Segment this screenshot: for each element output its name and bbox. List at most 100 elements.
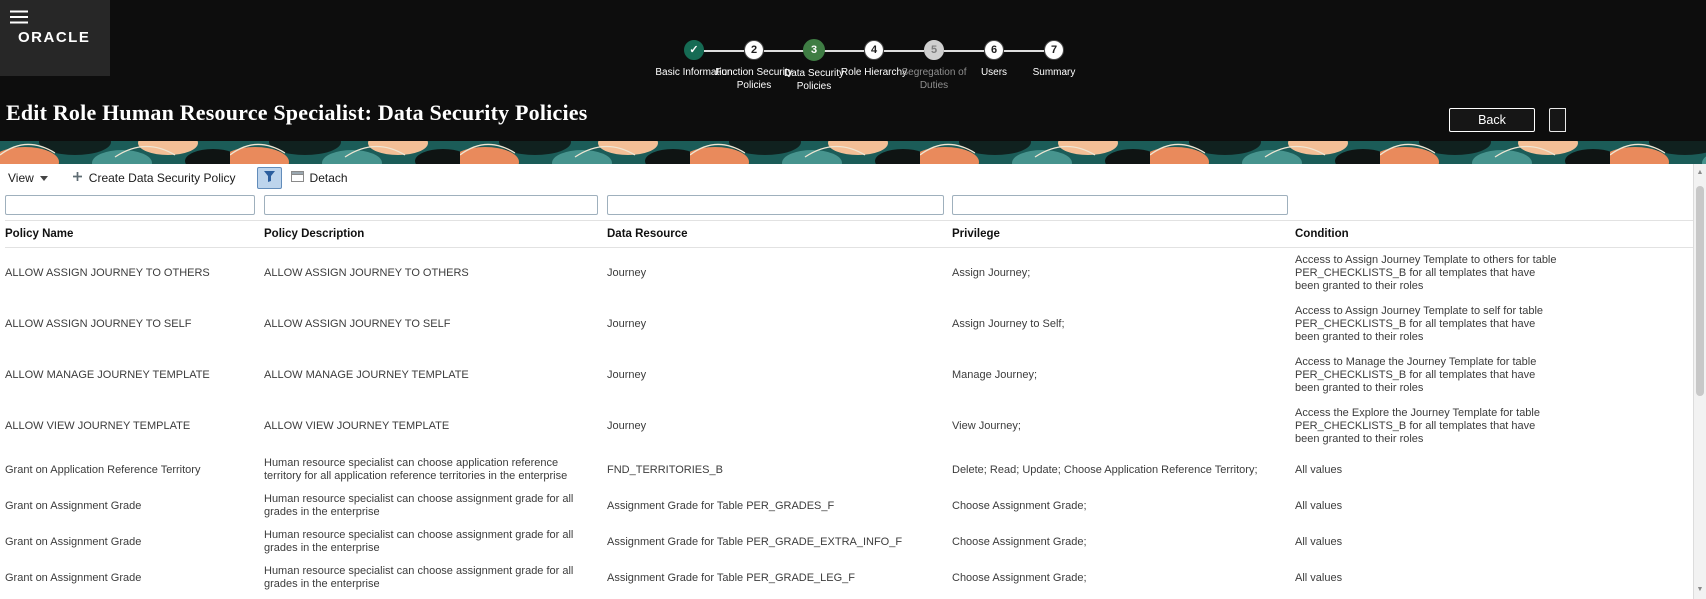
scroll-down-arrow[interactable]: ▼	[1694, 583, 1706, 597]
vertical-scrollbar[interactable]: ▲ ▼	[1693, 164, 1706, 599]
cell-policy-name: ALLOW MANAGE JOURNEY TEMPLATE	[5, 369, 210, 381]
cell-policy-description: ALLOW ASSIGN JOURNEY TO OTHERS	[264, 267, 469, 279]
cell-privilege: Assign Journey to Self;	[952, 318, 1065, 330]
check-icon: ✓	[689, 44, 699, 56]
cell-policy-name: ALLOW ASSIGN JOURNEY TO OTHERS	[5, 267, 210, 279]
cell-policy-description: ALLOW ASSIGN JOURNEY TO SELF	[264, 318, 451, 330]
cell-policy-description: ALLOW VIEW JOURNEY TEMPLATE	[264, 420, 450, 432]
table-row[interactable]: Grant on Application Reference Territory…	[5, 452, 1693, 488]
step-7-number: 7	[1050, 44, 1058, 56]
train-step-summary[interactable]: 7 Summary	[1004, 40, 1084, 93]
page-header: ORACLE ✓ Basic Information 2 Function Se…	[0, 0, 1706, 141]
table-row[interactable]: Grant on Assignment Grade Human resource…	[5, 524, 1693, 560]
table-row[interactable]: Grant on Assignment Grade Human resource…	[5, 488, 1693, 524]
cell-policy-description: Human resource specialist can choose ass…	[264, 529, 574, 554]
cell-privilege: Choose Assignment Grade;	[952, 499, 1087, 512]
data-security-policies-panel: View Create Data Security Policy Detach	[0, 164, 1706, 596]
table-header-row: Policy Name Policy Description Data Reso…	[5, 220, 1693, 248]
cell-filler	[1567, 560, 1693, 596]
step-1-circle: ✓	[684, 40, 704, 60]
oracle-edit-role-page: ORACLE ✓ Basic Information 2 Function Se…	[0, 0, 1706, 599]
cell-privilege: Choose Assignment Grade;	[952, 571, 1087, 584]
oracle-logo: ORACLE	[18, 29, 91, 47]
step-6-number: 6	[990, 44, 998, 56]
column-header-data-resource[interactable]: Data Resource	[607, 220, 952, 248]
step-6-circle: 6	[984, 40, 1004, 60]
column-header-policy-name[interactable]: Policy Name	[5, 220, 264, 248]
cell-data-resource: Journey	[607, 420, 647, 432]
brand-block: ORACLE	[0, 0, 110, 76]
cell-condition: All values	[1295, 571, 1343, 584]
cell-policy-name: Grant on Application Reference Territory	[5, 463, 201, 476]
query-by-example-toggle[interactable]	[256, 167, 282, 189]
step-train: ✓ Basic Information 2 Function Security …	[655, 39, 1084, 93]
step-7-label: Summary	[1032, 67, 1076, 78]
cell-policy-name: Grant on Assignment Grade	[5, 571, 142, 584]
cell-condition: Access to Assign Journey Template to oth…	[1295, 254, 1557, 292]
detach-icon	[290, 171, 304, 185]
filter-policy-description-input[interactable]	[264, 195, 598, 215]
cell-data-resource: Assignment Grade for Table PER_GRADE_EXT…	[607, 535, 903, 548]
step-4-circle: 4	[864, 40, 884, 60]
cell-data-resource: Assignment Grade for Table PER_GRADE_LEG…	[607, 571, 856, 584]
column-header-condition[interactable]: Condition	[1295, 220, 1567, 248]
cell-policy-name: ALLOW VIEW JOURNEY TEMPLATE	[5, 420, 191, 432]
view-menu-button[interactable]: View	[8, 171, 48, 185]
cell-data-resource: Assignment Grade for Table PER_GRADES_F	[607, 499, 835, 512]
cell-filler	[1567, 488, 1693, 524]
cell-condition: Access to Manage the Journey Template fo…	[1295, 356, 1537, 394]
cell-policy-name: Grant on Assignment Grade	[5, 535, 142, 548]
detach-button[interactable]: Detach	[290, 171, 348, 185]
chevron-down-icon	[39, 175, 48, 181]
cell-filler	[1567, 350, 1693, 401]
create-data-security-policy-button[interactable]: Create Data Security Policy	[72, 171, 236, 185]
back-button[interactable]: Back	[1449, 108, 1535, 132]
view-menu-label: View	[8, 171, 34, 185]
filter-data-resource-input[interactable]	[607, 195, 944, 215]
scroll-up-arrow[interactable]: ▲	[1694, 166, 1706, 180]
cell-condition: All values	[1295, 499, 1343, 512]
cell-privilege: Delete; Read; Update; Choose Application…	[952, 463, 1258, 476]
table-row[interactable]: ALLOW ASSIGN JOURNEY TO OTHERS ALLOW ASS…	[5, 248, 1693, 300]
cell-policy-description: Human resource specialist can choose ass…	[264, 493, 574, 518]
cell-policy-description: Human resource specialist can choose app…	[264, 457, 568, 482]
column-header-policy-description[interactable]: Policy Description	[264, 220, 607, 248]
cell-data-resource: Journey	[607, 267, 647, 279]
filter-policy-name-input[interactable]	[5, 195, 255, 215]
clipped-next-button[interactable]	[1549, 108, 1566, 132]
cell-condition: Access the Explore the Journey Template …	[1295, 407, 1540, 445]
step-5-number: 5	[930, 44, 938, 56]
table-row[interactable]: Grant on Assignment Grade Human resource…	[5, 560, 1693, 596]
step-2-number: 2	[750, 44, 758, 56]
create-button-label: Create Data Security Policy	[88, 171, 236, 185]
cell-filler	[1567, 299, 1693, 350]
cell-policy-name: ALLOW ASSIGN JOURNEY TO SELF	[5, 318, 192, 330]
plus-icon	[72, 171, 83, 185]
step-3-circle: 3	[803, 39, 825, 61]
step-3-number: 3	[810, 44, 818, 56]
query-by-example-row	[0, 192, 1706, 220]
cell-condition: All values	[1295, 463, 1343, 476]
table-row[interactable]: ALLOW MANAGE JOURNEY TEMPLATE ALLOW MANA…	[5, 350, 1693, 401]
cell-policy-description: Human resource specialist can choose ass…	[264, 565, 574, 590]
cell-condition: All values	[1295, 535, 1343, 548]
cell-privilege: Choose Assignment Grade;	[952, 535, 1087, 548]
column-header-filler	[1567, 220, 1693, 248]
step-4-number: 4	[870, 44, 878, 56]
cell-policy-name: Grant on Assignment Grade	[5, 499, 142, 512]
cell-filler	[1567, 452, 1693, 488]
data-security-policies-table: Policy Name Policy Description Data Reso…	[5, 220, 1693, 596]
detach-button-label: Detach	[309, 171, 348, 185]
scrollbar-thumb[interactable]	[1696, 186, 1704, 396]
cell-filler	[1567, 248, 1693, 300]
table-toolbar: View Create Data Security Policy Detach	[0, 164, 1706, 192]
table-row[interactable]: ALLOW ASSIGN JOURNEY TO SELF ALLOW ASSIG…	[5, 299, 1693, 350]
navigation-menu-icon[interactable]	[10, 10, 28, 29]
cell-filler	[1567, 401, 1693, 452]
cell-data-resource: FND_TERRITORIES_B	[607, 463, 723, 476]
column-header-privilege[interactable]: Privilege	[952, 220, 1295, 248]
cell-condition: Access to Assign Journey Template to sel…	[1295, 305, 1544, 343]
step-5-circle: 5	[924, 40, 944, 60]
table-row[interactable]: ALLOW VIEW JOURNEY TEMPLATE ALLOW VIEW J…	[5, 401, 1693, 452]
filter-privilege-input[interactable]	[952, 195, 1288, 215]
